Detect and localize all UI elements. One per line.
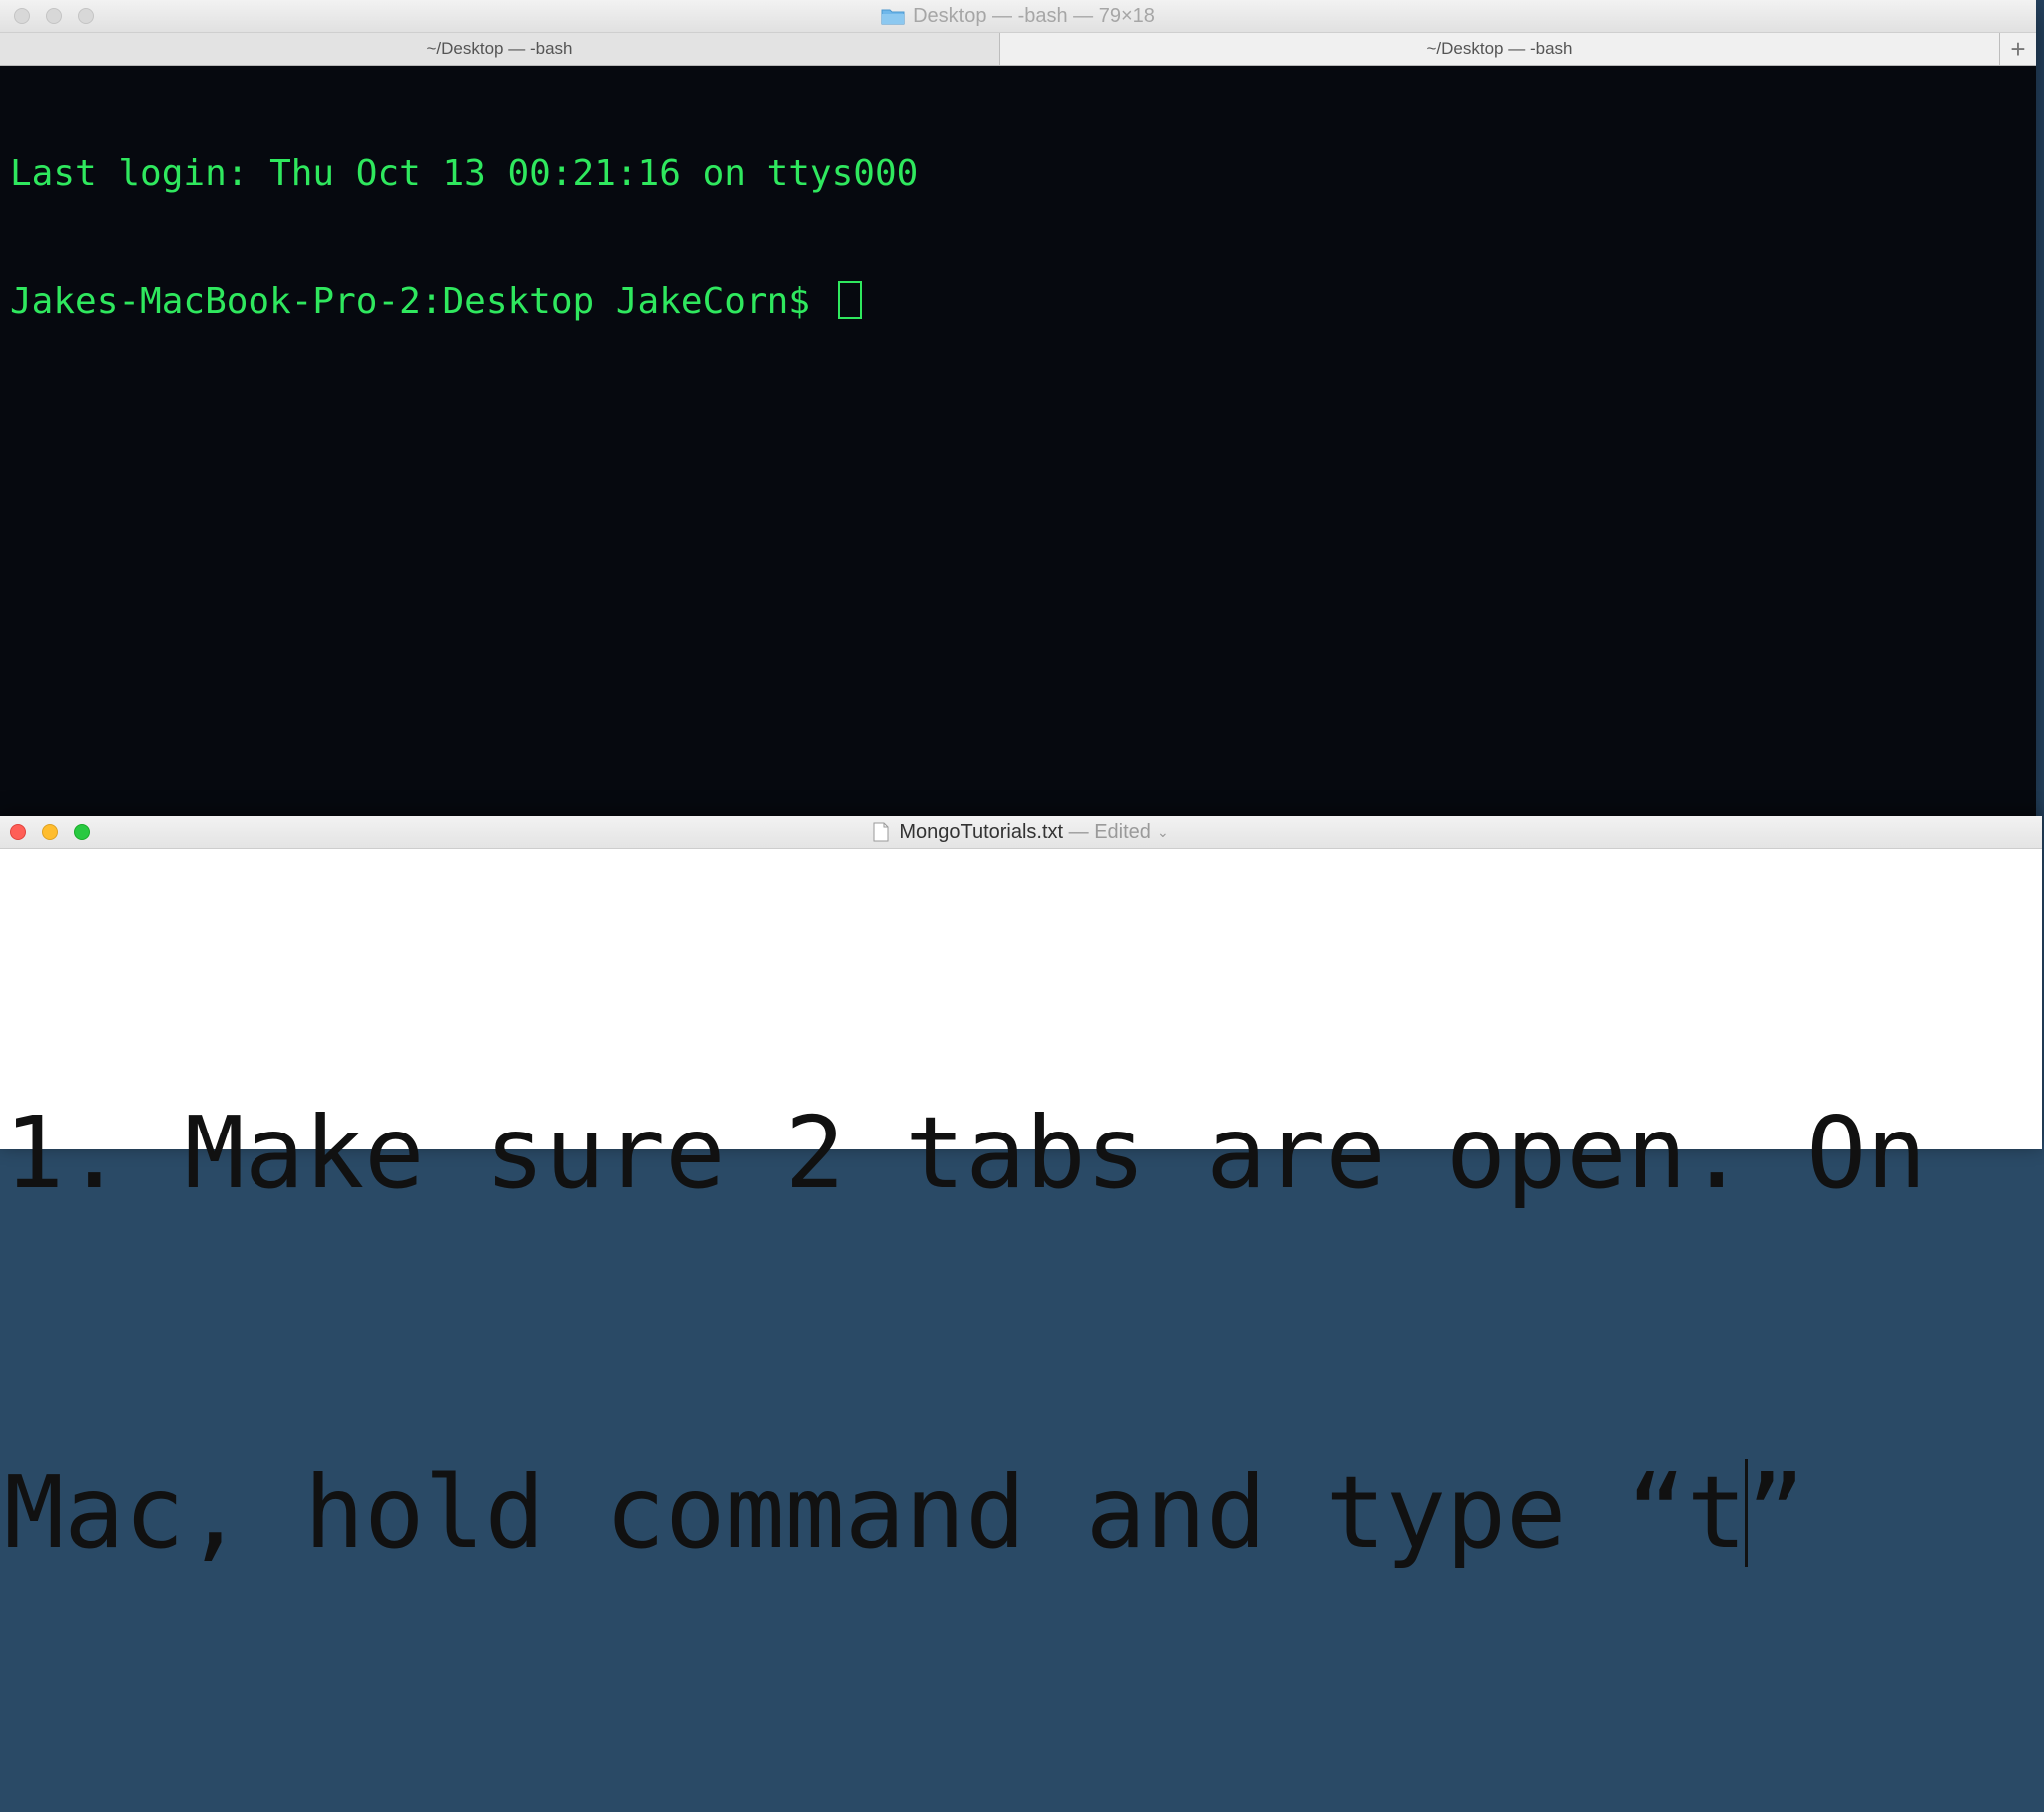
tab-bash-1[interactable]: ~/Desktop — -bash xyxy=(0,33,1000,65)
terminal-window-title: Desktop — -bash — 79×18 xyxy=(0,0,2036,32)
document-line-1: 1. Make sure 2 tabs are open. On xyxy=(4,1095,1927,1211)
folder-icon xyxy=(881,7,905,25)
terminal-output[interactable]: Last login: Thu Oct 13 00:21:16 on ttys0… xyxy=(10,66,918,409)
terminal-title-text: Desktop — -bash — 79×18 xyxy=(913,4,1155,27)
terminal-tab-bar: ~/Desktop — -bash ~/Desktop — -bash + xyxy=(0,33,2036,66)
document-line-2-close-quote: ” xyxy=(1745,1454,1806,1571)
terminal-titlebar[interactable]: Desktop — -bash — 79×18 xyxy=(0,0,2036,33)
terminal-prompt: Jakes-MacBook-Pro-2:Desktop JakeCorn$ xyxy=(10,281,832,322)
tab-label: ~/Desktop — -bash xyxy=(426,39,573,58)
textedit-window-title: MongoTutorials.txt — Edited ⌄ xyxy=(0,816,2042,848)
document-line-2-text: Mac, hold command and type “t xyxy=(4,1454,1747,1571)
terminal-line-last-login: Last login: Thu Oct 13 00:21:16 on ttys0… xyxy=(10,153,919,194)
document-line-2: Mac, hold command and type “t” xyxy=(4,1453,2030,1573)
document-filename: MongoTutorials.txt xyxy=(899,820,1064,843)
terminal-window[interactable]: Desktop — -bash — 79×18 ~/Desktop — -bas… xyxy=(0,0,2036,816)
title-separator: — xyxy=(1063,820,1095,843)
tab-bash-2[interactable]: ~/Desktop — -bash xyxy=(1000,33,2000,65)
new-tab-plus-icon[interactable]: + xyxy=(2000,33,2036,65)
edited-status[interactable]: Edited xyxy=(1094,821,1151,844)
textedit-titlebar[interactable]: MongoTutorials.txt — Edited ⌄ xyxy=(0,816,2042,849)
terminal-cursor xyxy=(837,281,862,319)
chevron-down-icon[interactable]: ⌄ xyxy=(1157,824,1169,841)
tab-label: ~/Desktop — -bash xyxy=(1426,39,1573,58)
document-icon xyxy=(873,822,889,842)
textedit-window[interactable]: MongoTutorials.txt — Edited ⌄ 1. Make su… xyxy=(0,816,2042,1571)
terminal-prompt-line: Jakes-MacBook-Pro-2:Desktop JakeCorn$ xyxy=(10,280,918,323)
document-text-area[interactable]: 1. Make sure 2 tabs are open. On Mac, ho… xyxy=(4,854,2030,1812)
